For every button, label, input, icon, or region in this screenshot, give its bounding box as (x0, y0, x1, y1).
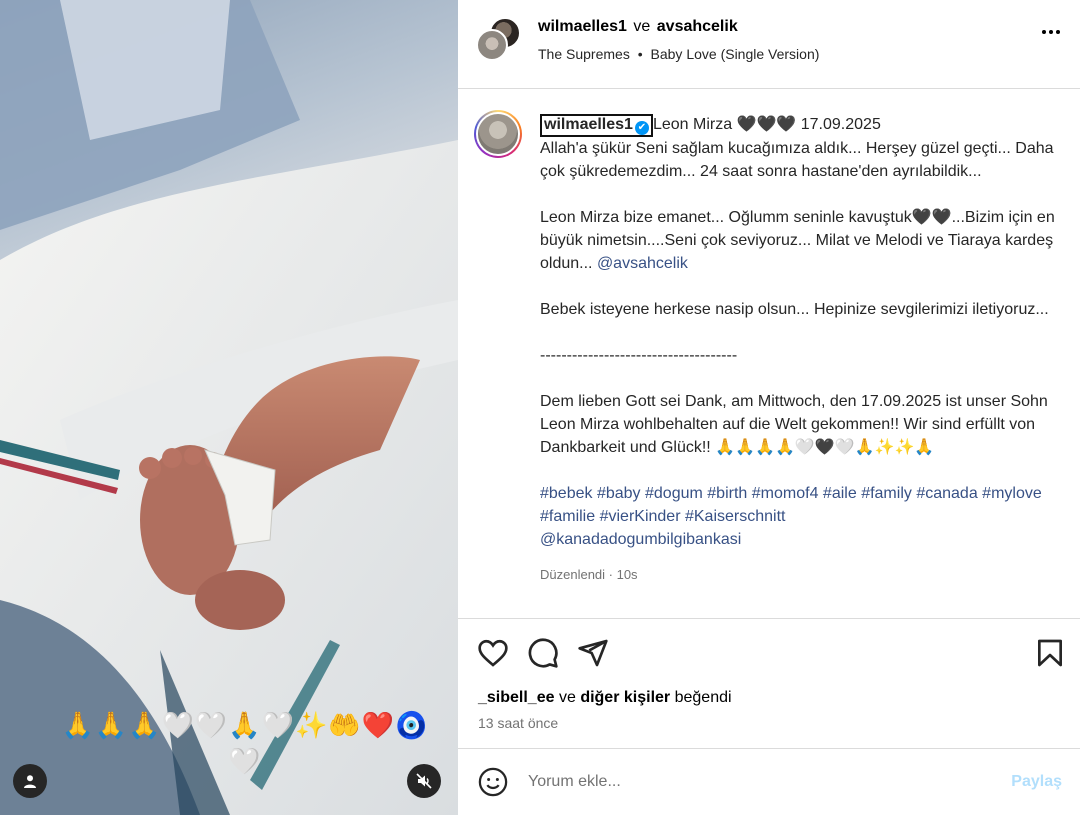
hashtag-link[interactable]: #canada (916, 485, 977, 502)
comment-composer: Paylaş (458, 748, 1080, 815)
conjunction-text: ve (558, 689, 576, 706)
hashtag-link[interactable]: #dogum (645, 485, 703, 502)
hashtag-link[interactable]: #mylove (982, 485, 1042, 502)
separator-dot: • (637, 46, 643, 62)
baby-foot-photo (0, 0, 458, 815)
hashtag-list: #bebek #baby #dogum #birth #momof4 #aile… (540, 482, 1062, 551)
collab-avatars[interactable] (476, 17, 524, 63)
caption-body-text: Allah'a şükür Seni sağlam kucağımıza ald… (540, 140, 1055, 272)
likes-summary: _sibell_ee ve diğer kişiler beğendi (478, 689, 732, 707)
liker-username[interactable]: _sibell_ee (478, 689, 555, 706)
avatar[interactable] (476, 29, 508, 61)
post-header: wilmaelles1 ve avsahcelik The Supremes •… (458, 0, 1080, 89)
user-icon (24, 775, 36, 788)
post-media[interactable]: 🙏🙏🙏🤍🤍🙏🤍✨🤲❤️🧿🤍 (0, 0, 458, 815)
hashtag-link[interactable]: #momof4 (752, 485, 819, 502)
heart-icon[interactable] (477, 637, 509, 669)
comment-input[interactable] (528, 769, 988, 795)
caption-section: wilmaelles1 ✔ Leon Mirza 🖤🖤🖤 17.09.2025 Al… (458, 90, 1080, 618)
collab-usernames: wilmaelles1 ve avsahcelik (538, 18, 738, 36)
mention-link[interactable]: @avsahcelik (597, 255, 688, 272)
mention-link[interactable]: @kanadadogumbilgibankasi (540, 531, 741, 548)
more-options-icon[interactable] (1042, 30, 1060, 34)
conjunction-text: ve (633, 18, 651, 35)
tagged-users-button[interactable] (13, 764, 47, 798)
audio-info[interactable]: The Supremes • Baby Love (Single Version… (538, 46, 819, 62)
hashtag-link[interactable]: #family (861, 485, 912, 502)
caption-body-text-2: Bebek isteyene herkese nasip olsun... He… (540, 301, 1049, 456)
audio-title[interactable]: Baby Love (Single Version) (651, 46, 820, 62)
edited-timestamp: Düzenlendi · 10s (540, 567, 638, 582)
hashtag-link[interactable]: #Kaiserschnitt (685, 508, 786, 525)
others-link[interactable]: diğer kişiler (580, 689, 670, 706)
caption-title: Leon Mirza 🖤🖤🖤 17.09.2025 (652, 116, 881, 133)
hashtag-link[interactable]: #bebek (540, 485, 593, 502)
post-comment-button[interactable]: Paylaş (1011, 773, 1062, 791)
comment-icon[interactable] (527, 637, 559, 669)
share-icon[interactable] (577, 637, 609, 669)
username-link[interactable]: wilmaelles1 (538, 18, 627, 35)
audio-artist[interactable]: The Supremes (538, 46, 630, 62)
hashtag-link[interactable]: #familie (540, 508, 595, 525)
media-emoji-overlay: 🙏🙏🙏🤍🤍🙏🤍✨🤲❤️🧿🤍 (61, 711, 429, 777)
avatar[interactable] (474, 110, 522, 158)
hashtag-link[interactable]: #vierKinder (600, 508, 681, 525)
caption-body: Allah'a şükür Seni sağlam kucağımıza ald… (540, 137, 1062, 459)
hashtag-link[interactable]: #aile (823, 485, 857, 502)
emoji-icon[interactable] (478, 767, 508, 797)
username-link[interactable]: avsahcelik (657, 18, 738, 35)
verified-badge-icon: ✔ (634, 121, 649, 135)
caption-text: wilmaelles1 ✔ Leon Mirza 🖤🖤🖤 17.09.2025 Al… (540, 113, 1062, 586)
speaker-muted-icon (416, 773, 432, 789)
caption-username[interactable]: wilmaelles1 ✔ (540, 114, 653, 137)
hashtag-link[interactable]: #baby (597, 485, 641, 502)
action-bar: _sibell_ee ve diğer kişiler beğendi 13 s… (458, 618, 1080, 746)
bookmark-icon[interactable] (1034, 637, 1066, 669)
liked-suffix: beğendi (674, 689, 732, 706)
post-detail-panel: wilmaelles1 ve avsahcelik The Supremes •… (458, 0, 1080, 815)
mute-button[interactable] (407, 764, 441, 798)
post-timestamp[interactable]: 13 saat önce (478, 715, 558, 731)
hashtag-link[interactable]: #birth (707, 485, 747, 502)
